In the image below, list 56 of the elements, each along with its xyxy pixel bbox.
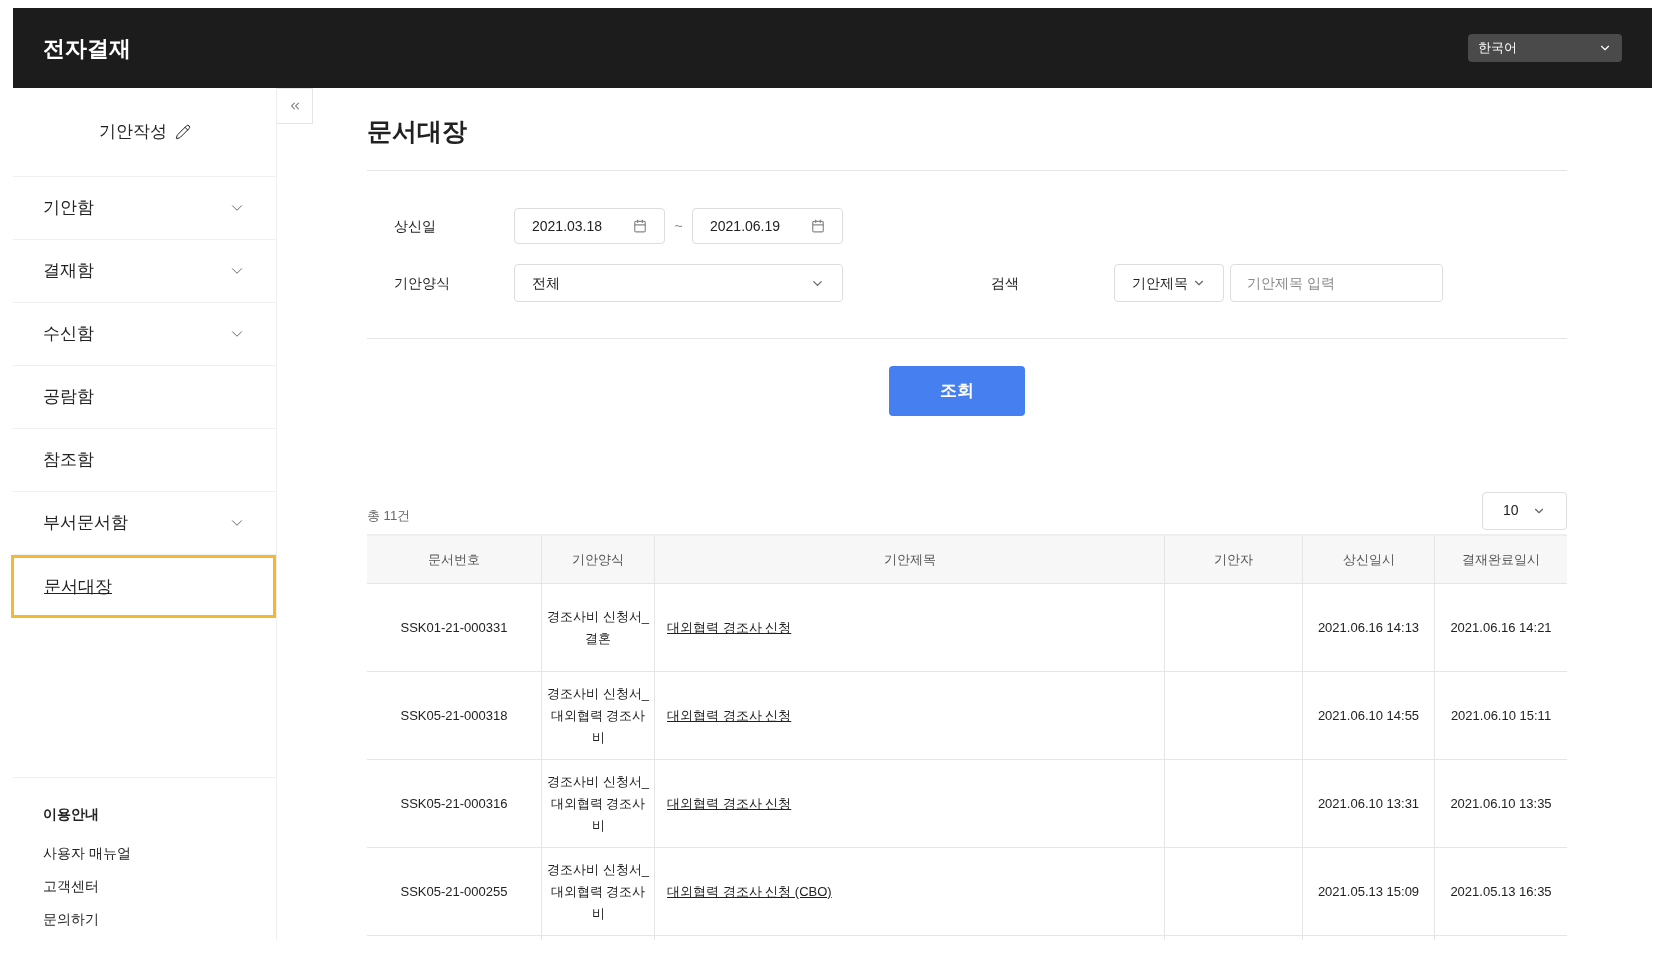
document-title-link[interactable]: 대외협력 경조사 신청 <box>667 705 792 726</box>
field-label: 검색 <box>990 273 1020 293</box>
date-field[interactable]: 2021.03.18 <box>514 208 665 244</box>
document-title-link[interactable]: 대외협력 경조사 신청 (CBO) <box>667 881 832 902</box>
table-cell-text: 경조사비 신청서_결혼 <box>546 607 650 648</box>
column-header: 기안양식 <box>541 536 654 583</box>
document-title-link[interactable]: 대외협력 경조사 신청 <box>667 617 792 638</box>
column-header: 결재완료일시 <box>1434 536 1567 583</box>
table-cell-text: SSK05-21-000255 <box>400 882 508 901</box>
table-cell-text: 경조사비 신청서_대외협력 경조사비 <box>546 684 650 747</box>
table-cell-text: 경조사비 신청서_대외협력 경조사비 <box>546 772 650 835</box>
field-label: 기안양식 <box>393 273 451 293</box>
sidebar-item[interactable]: 부서문서함 <box>13 492 276 555</box>
table-cell-text: 2021.06.10 15:11 <box>1450 706 1552 725</box>
table-cell-text: 2021.05.13 15:09 <box>1317 882 1420 901</box>
help-link[interactable]: 고객센터 <box>43 876 246 897</box>
field-label: 상신일 <box>393 216 437 236</box>
help-link[interactable]: 사용자 매뉴얼 <box>43 843 246 864</box>
document-title-link[interactable]: 대외협력 경조사 신청 <box>667 793 792 814</box>
calendar-icon <box>633 219 647 233</box>
language-select[interactable]: 한국어 <box>1468 34 1622 62</box>
form-select[interactable]: 전체 <box>514 264 843 302</box>
search-button[interactable]: 조회 <box>889 366 1025 416</box>
calendar-icon <box>811 219 825 233</box>
app-title: 전자결재 <box>43 34 131 63</box>
compose-label[interactable]: 기안작성 <box>98 119 167 145</box>
page-size-select[interactable]: 10 <box>1482 491 1567 530</box>
sidebar-item[interactable]: 문서대장 <box>11 555 276 618</box>
help-heading: 이용안내 <box>43 805 100 824</box>
sidebar-item[interactable]: 기안함 <box>13 177 276 240</box>
search-type-select[interactable]: 기안제목 <box>1114 264 1224 302</box>
table-cell-text: 경조사비 신청서_대외협력 경조사비 <box>546 860 650 923</box>
sidebar-item[interactable]: 수신함 <box>13 303 276 366</box>
date-field[interactable]: 2021.06.19 <box>692 208 843 244</box>
help-link[interactable]: 문의하기 <box>43 909 246 930</box>
table-cell-text: 2021.06.10 14:55 <box>1317 706 1420 725</box>
column-header: 기안자 <box>1164 536 1302 583</box>
table-cell-text: SSK01-21-000331 <box>400 618 508 637</box>
table-cell-text: 2021.06.10 13:31 <box>1317 794 1420 813</box>
column-header: 상신일시 <box>1302 536 1434 583</box>
table-cell-text: 2021.06.16 14:13 <box>1317 618 1420 637</box>
range-separator: ~ <box>673 216 684 236</box>
sidebar-item[interactable]: 공람함 <box>13 366 276 429</box>
column-header: 문서번호 <box>427 550 481 569</box>
table-cell-text: 2021.05.13 16:35 <box>1450 882 1552 901</box>
column-header: 기안제목 <box>654 536 1164 583</box>
sidebar-item[interactable]: 참조함 <box>13 429 276 492</box>
table-cell-text: 2021.06.10 13:35 <box>1450 794 1552 813</box>
table-cell-text: SSK05-21-000318 <box>400 706 508 725</box>
page-title: 문서대장 <box>367 116 467 148</box>
table-cell-text: SSK05-21-000316 <box>400 794 508 813</box>
sidebar-item[interactable]: 결재함 <box>13 240 276 303</box>
total-count: 총 11건 <box>367 506 411 525</box>
search-input[interactable]: 기안제목 입력 <box>1230 264 1443 302</box>
table-cell-text: 2021.06.16 14:21 <box>1450 618 1552 637</box>
pencil-icon[interactable] <box>174 124 191 140</box>
